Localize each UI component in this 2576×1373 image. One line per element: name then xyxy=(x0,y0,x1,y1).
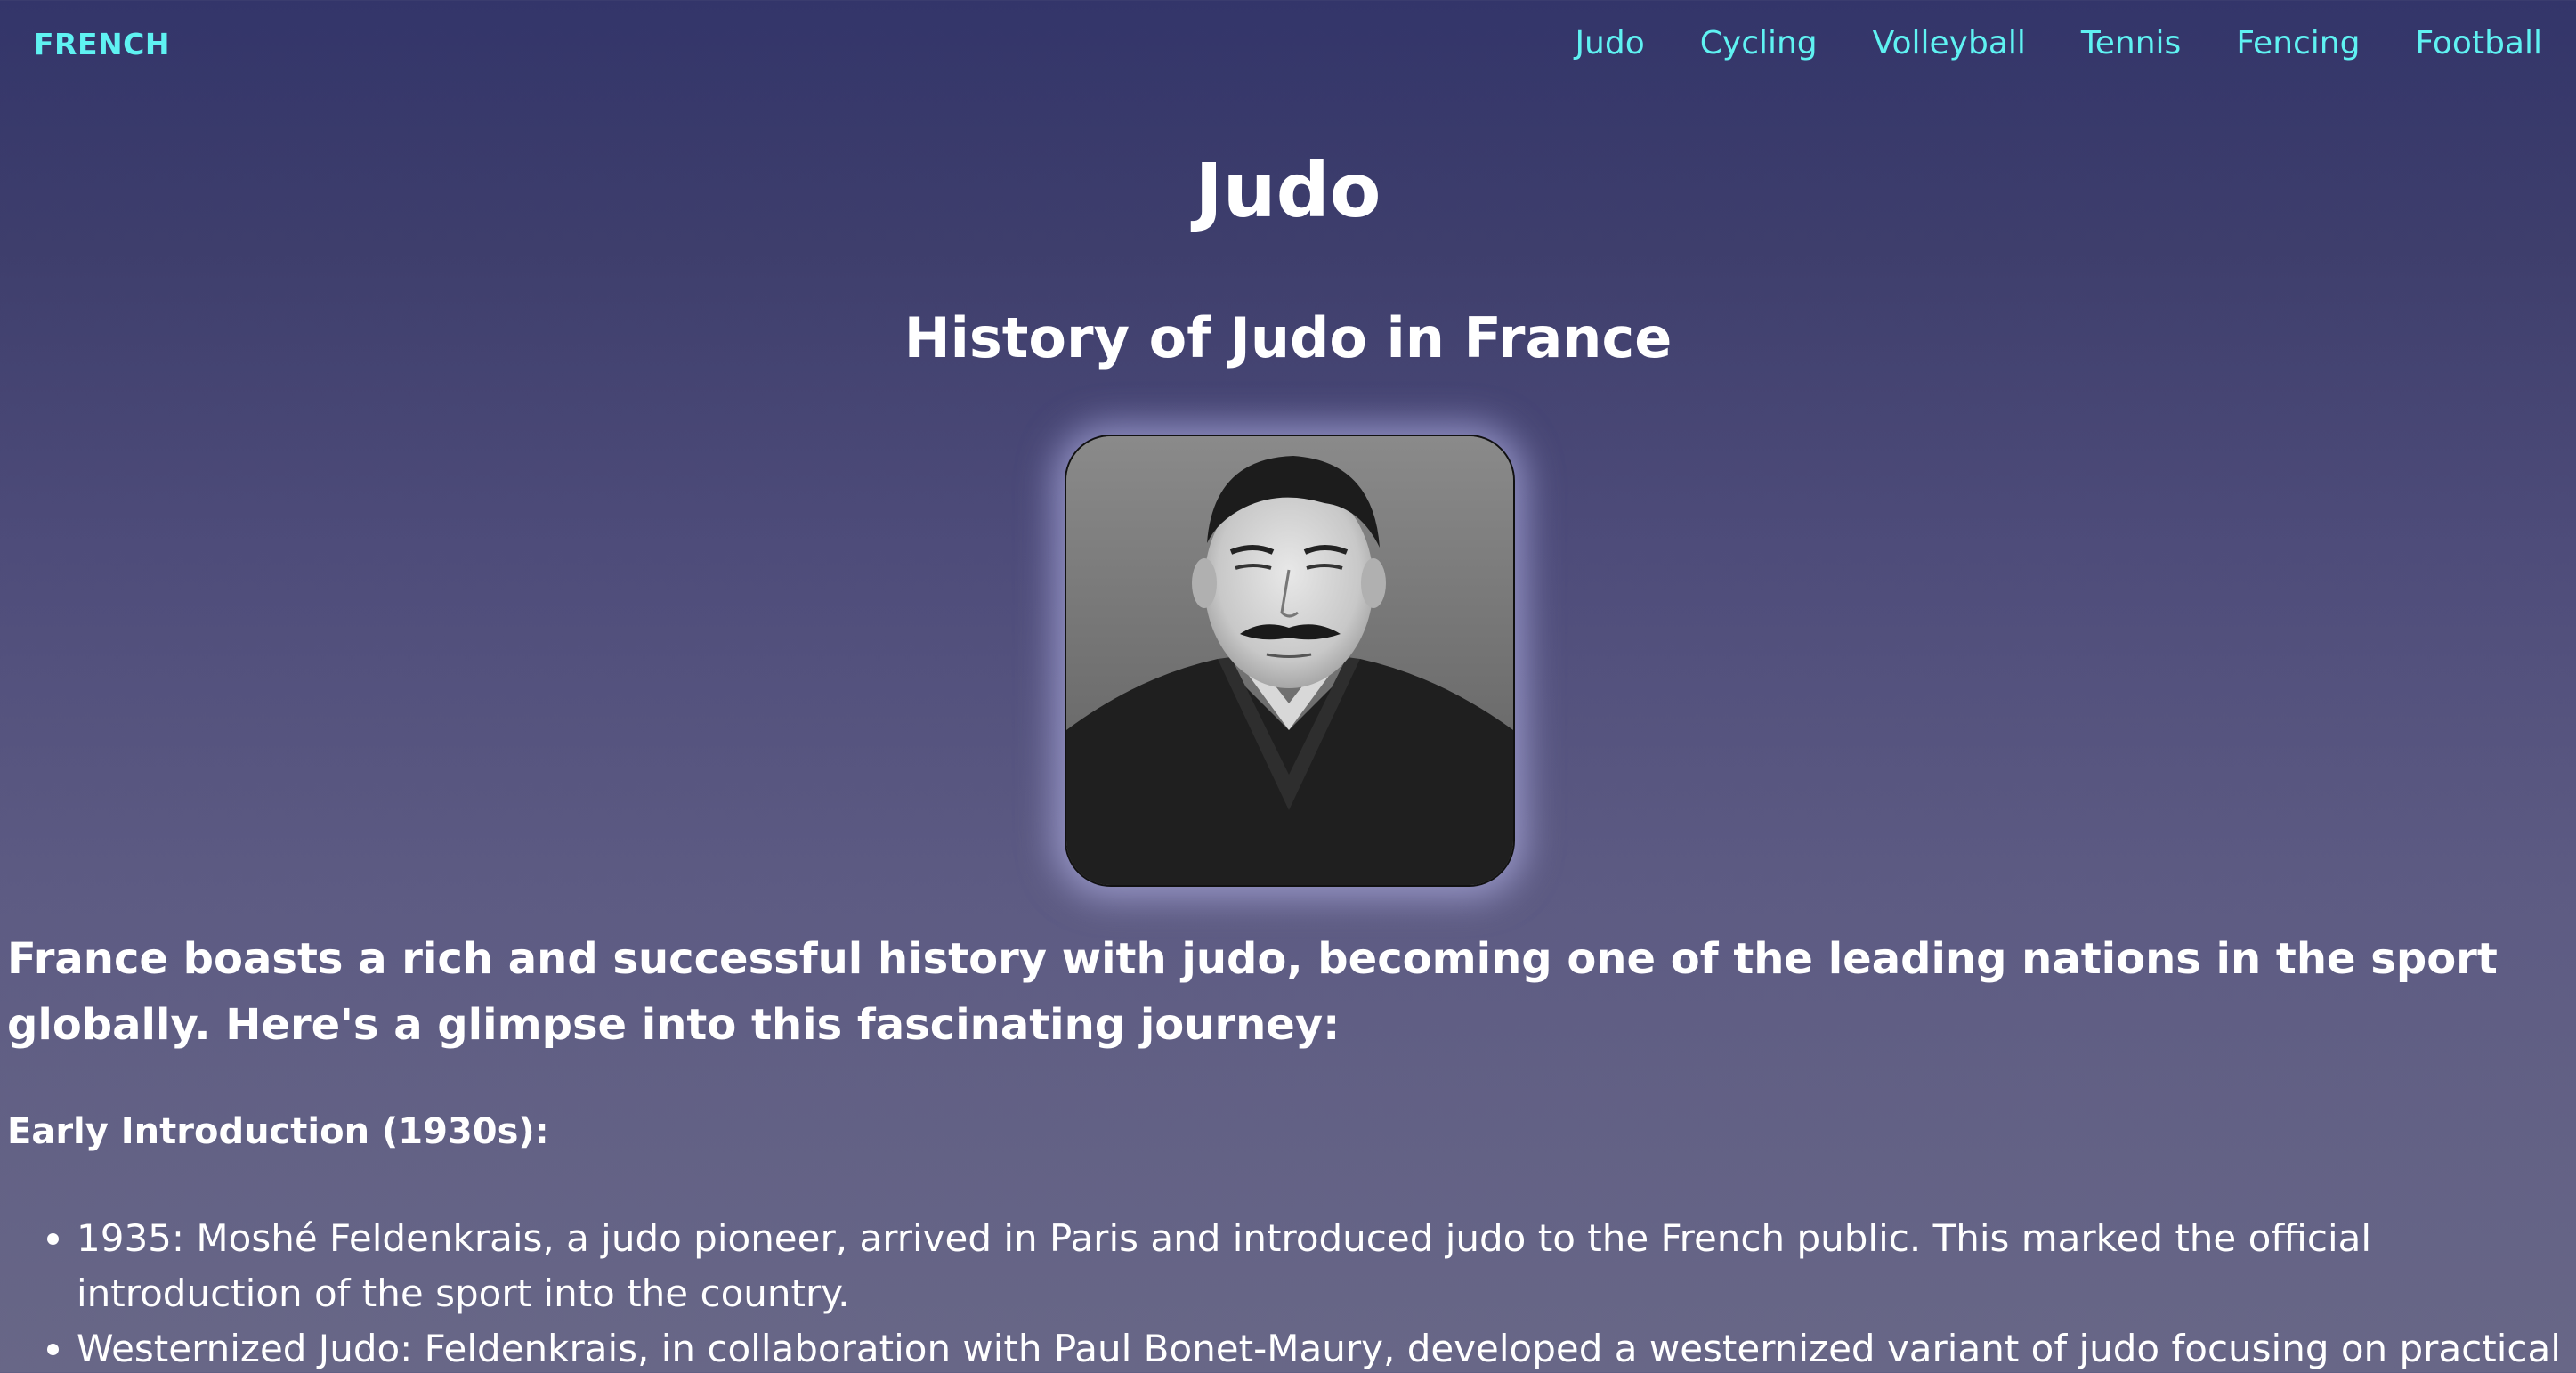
nav-links: Judo Cycling Volleyball Tennis Fencing F… xyxy=(1575,25,2542,61)
list-item: Westernized Judo: Feldenkrais, in collab… xyxy=(77,1321,2576,1373)
early-introduction-heading: Early Introduction (1930s): xyxy=(7,1111,549,1152)
brand-logo[interactable]: FRENCH xyxy=(34,27,170,61)
nav-link-fencing[interactable]: Fencing xyxy=(2236,25,2360,61)
list-item: 1935: Moshé Feldenkrais, a judo pioneer,… xyxy=(77,1211,2576,1321)
section-title: History of Judo in France xyxy=(903,305,1673,370)
intro-paragraph: France boasts a rich and successful hist… xyxy=(7,934,2498,1050)
portrait-photo xyxy=(1066,436,1513,885)
nav-link-cycling[interactable]: Cycling xyxy=(1700,25,1818,61)
nav-link-tennis[interactable]: Tennis xyxy=(2081,25,2181,61)
portrait-image xyxy=(1065,435,1515,887)
top-navigation: FRENCH Judo Cycling Volleyball Tennis Fe… xyxy=(0,0,2576,93)
nav-link-judo[interactable]: Judo xyxy=(1575,25,1644,61)
page-title: Judo xyxy=(1195,147,1381,234)
history-bullet-list: 1935: Moshé Feldenkrais, a judo pioneer,… xyxy=(34,1211,2576,1373)
nav-link-football[interactable]: Football xyxy=(2415,25,2542,61)
nav-link-volleyball[interactable]: Volleyball xyxy=(1873,25,2026,61)
